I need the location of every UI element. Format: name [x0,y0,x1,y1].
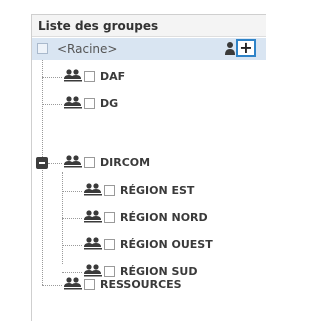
group-icon [84,183,102,196]
tree-item-label: RÉGION EST [120,184,195,197]
group-icon [64,69,82,82]
tree-item-label: RÉGION OUEST [120,238,213,251]
tree-connector [42,285,62,286]
group-icon [84,264,102,277]
tree-item-checkbox[interactable] [84,279,95,290]
tree-item-checkbox[interactable] [104,212,115,223]
tree-item-label: RÉGION NORD [120,211,208,224]
tree-connector [62,272,82,273]
tree-item-daf[interactable]: DAF [64,68,264,86]
group-icon [84,210,102,223]
tree-connector [48,163,62,164]
tree-item-label: DIRCOM [100,156,151,169]
tree-item-label: DAF [100,70,126,83]
tree-item-label: DG [100,97,119,110]
tree-item-checkbox[interactable] [84,71,95,82]
collapse-toggle-dircom[interactable] [36,157,48,169]
tree-item-ressources[interactable]: RESSOURCES [64,276,264,294]
group-icon [64,277,82,290]
tree-item-checkbox[interactable] [104,239,115,250]
tree-connector [62,191,82,192]
tree-item-checkbox[interactable] [104,185,115,196]
tree-connector [42,60,43,285]
tree-item-region-nord[interactable]: RÉGION NORD [84,209,264,227]
group-icon [84,237,102,250]
tree-item-label: RESSOURCES [100,278,182,291]
tree-item-region-ouest[interactable]: RÉGION OUEST [84,236,264,254]
tree-item-checkbox[interactable] [84,98,95,109]
tree-item-dg[interactable]: DG [64,95,264,113]
tree-connector [42,104,62,105]
tree-connector [42,77,62,78]
groups-panel: Liste des groupes <Racine> + DAF DG DIRC… [31,14,266,321]
tree-connector [62,218,82,219]
tree-connector [62,245,82,246]
group-icon [64,96,82,109]
tree-item-checkbox[interactable] [84,157,95,168]
tree-item-region-est[interactable]: RÉGION EST [84,182,264,200]
group-tree: DAF DG DIRCOM RÉGION EST RÉGION NORD RÉG… [32,15,266,315]
group-icon [64,155,82,168]
tree-item-dircom[interactable]: DIRCOM [64,154,264,172]
